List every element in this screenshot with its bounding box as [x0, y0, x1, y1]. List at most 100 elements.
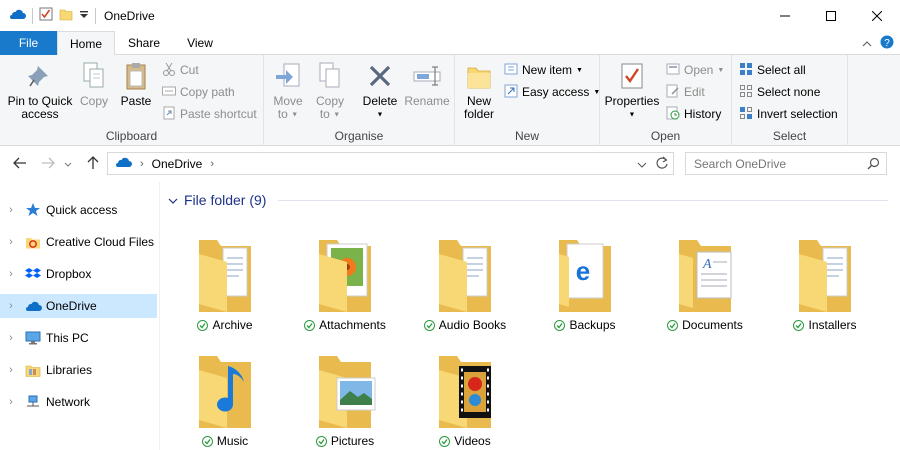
history-icon [666, 106, 680, 123]
nav-item-libraries[interactable]: › Libraries [0, 358, 157, 382]
select-none-button[interactable]: Select none [739, 82, 820, 102]
address-bar[interactable]: › OneDrive › [107, 152, 674, 175]
forward-button[interactable] [38, 154, 58, 174]
invert-selection-button[interactable]: Invert selection [739, 104, 838, 124]
folder-item[interactable]: Music [175, 340, 275, 450]
folder-item[interactable]: Videos [415, 340, 515, 450]
copy-button[interactable]: Copy [76, 59, 112, 108]
search-input[interactable] [694, 156, 864, 171]
folder-icon: e [535, 224, 635, 316]
chevron-right-icon[interactable]: › [0, 300, 22, 312]
tab-view[interactable]: View [175, 31, 225, 55]
move-to-icon [274, 61, 302, 94]
maximize-button[interactable] [808, 0, 854, 31]
folder-icon [175, 340, 275, 432]
onedrive-icon [8, 8, 26, 23]
tab-share[interactable]: Share [119, 31, 169, 55]
new-folder-icon[interactable] [59, 7, 73, 24]
group-header[interactable]: File folder (9) [168, 192, 888, 208]
history-button[interactable]: History [666, 104, 721, 124]
nav-item-onedrive[interactable]: › OneDrive [0, 294, 157, 318]
folder-name: Audio Books [438, 318, 507, 332]
new-item-button[interactable]: New item ▼ [504, 60, 583, 80]
cut-button[interactable]: Cut [162, 60, 199, 80]
chevron-right-icon[interactable]: › [0, 364, 22, 376]
back-button[interactable] [10, 154, 30, 174]
search-icon[interactable] [867, 157, 880, 173]
new-group-label: New [514, 129, 539, 143]
move-to-button[interactable]: Move to ▼ [270, 59, 306, 121]
sync-status-icon [197, 319, 209, 331]
sync-status-icon [554, 319, 566, 331]
folder-item[interactable]: A Documents [655, 224, 755, 336]
delete-button[interactable]: Delete ▼ [360, 59, 400, 121]
chevron-right-icon[interactable]: › [0, 236, 22, 248]
paste-button[interactable]: Paste [116, 59, 156, 108]
navigation-pane: › Quick access › Creative Cloud Files › … [0, 182, 160, 450]
folder-name: Videos [454, 434, 491, 448]
folder-item[interactable]: e Backups [535, 224, 635, 336]
chevron-right-icon[interactable]: › [0, 332, 22, 344]
tab-file[interactable]: File [0, 31, 57, 55]
new-folder-button[interactable]: New folder [459, 59, 499, 121]
easy-access-button[interactable]: Easy access ▼ [504, 82, 600, 102]
folder-item[interactable]: Archive [175, 224, 275, 336]
scissors-icon [162, 62, 176, 79]
breadcrumb-item-onedrive[interactable]: OneDrive [152, 157, 203, 171]
copy-to-button[interactable]: Copy to ▼ [312, 59, 348, 121]
nav-item-creative-cloud-files[interactable]: › Creative Cloud Files [0, 230, 157, 254]
copy-to-icon [318, 61, 342, 94]
folder-name: Archive [212, 318, 253, 332]
copy-icon [82, 61, 106, 94]
folder-item[interactable]: Audio Books [415, 224, 515, 336]
select-all-button[interactable]: Select all [739, 60, 806, 80]
up-button[interactable] [83, 154, 103, 174]
address-dropdown-icon[interactable] [637, 158, 647, 172]
folder-name: Pictures [330, 434, 375, 448]
folder-icon [295, 224, 395, 316]
open-button[interactable]: Open ▼ [666, 60, 724, 80]
chevron-right-icon[interactable]: › [0, 204, 22, 216]
tab-home[interactable]: Home [57, 31, 115, 56]
title-bar: OneDrive [0, 0, 900, 31]
new-item-icon [504, 62, 518, 79]
dropdown-arrow-icon: ▼ [717, 66, 725, 74]
properties-icon[interactable] [39, 7, 53, 24]
nav-item-quick-access[interactable]: › Quick access [0, 198, 157, 222]
chevron-up-icon[interactable] [862, 37, 872, 51]
paste-shortcut-button[interactable]: Paste shortcut [162, 104, 257, 124]
folder-name: Attachments [319, 318, 386, 332]
chevron-right-icon[interactable]: › [0, 268, 22, 280]
recent-locations-button[interactable] [62, 154, 74, 174]
folder-item[interactable]: Installers [775, 224, 875, 336]
arrow-right-icon [41, 157, 55, 172]
sync-status-icon [439, 435, 451, 447]
properties-button[interactable]: Properties ▼ [604, 59, 660, 121]
nav-item-network[interactable]: › Network [0, 390, 157, 414]
rename-button[interactable]: Rename [404, 59, 450, 108]
folder-name: Documents [682, 318, 743, 332]
breadcrumb-separator-icon[interactable]: › [140, 158, 144, 170]
folder-item[interactable]: Attachments [295, 224, 395, 336]
nav-item-this-pc[interactable]: › This PC [0, 326, 157, 350]
breadcrumb-separator-icon[interactable]: › [210, 158, 214, 170]
refresh-icon[interactable] [655, 156, 669, 173]
edit-button[interactable]: Edit [666, 82, 705, 102]
close-button[interactable] [854, 0, 900, 31]
customize-toolbar-icon[interactable] [79, 9, 89, 23]
ribbon-tabs: File Home Share View ? [0, 31, 900, 56]
toolbar-separator [32, 7, 33, 24]
onedrive-icon [114, 156, 132, 171]
pin-to-quick-access-button[interactable]: Pin to Quick access [4, 59, 76, 121]
open-group: Properties ▼ Open ▼ Edit History Open [600, 55, 732, 146]
chevron-down-icon[interactable] [168, 192, 178, 208]
nav-item-dropbox[interactable]: › Dropbox [0, 262, 157, 286]
properties-icon [620, 62, 644, 93]
folder-item[interactable]: Pictures [295, 340, 395, 450]
new-folder-icon [466, 62, 492, 93]
select-group-label: Select [772, 129, 807, 143]
chevron-right-icon[interactable]: › [0, 396, 22, 408]
minimize-button[interactable] [762, 0, 808, 31]
help-icon[interactable]: ? [880, 35, 894, 52]
copy-path-button[interactable]: Copy path [162, 82, 235, 102]
